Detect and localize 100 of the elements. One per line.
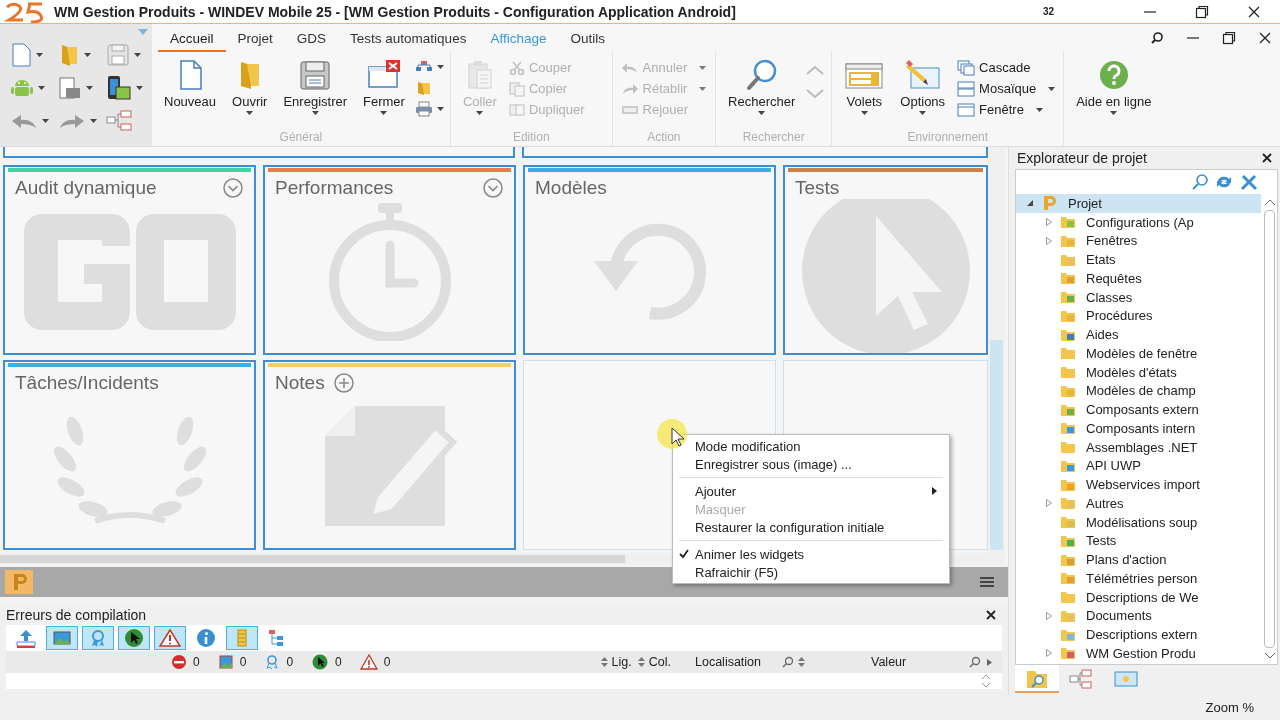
menu-icon[interactable]: [980, 576, 994, 588]
phone-icon[interactable]: [106, 74, 132, 101]
column-header[interactable]: Localisation: [695, 655, 761, 669]
chevron-down-icon[interactable]: [482, 177, 504, 199]
ribbon-button[interactable]: Fermer: [357, 56, 411, 119]
caret-right-icon[interactable]: [987, 658, 992, 666]
tree-item[interactable]: Autres: [1016, 494, 1261, 513]
tree-item[interactable]: Documents: [1016, 606, 1261, 626]
upload-icon[interactable]: [15, 628, 37, 648]
chevron-up-icon[interactable]: [1263, 198, 1276, 206]
tree-item[interactable]: WM Gestion Produ: [1016, 644, 1261, 663]
tree-item[interactable]: Modèles de champ: [1016, 381, 1261, 401]
close-icon[interactable]: [1247, 4, 1261, 19]
column-header[interactable]: Lig.: [611, 655, 632, 669]
caret-icon[interactable]: [42, 118, 49, 123]
tree-item[interactable]: Télémétries person: [1016, 569, 1261, 588]
search-icon[interactable]: [1150, 31, 1164, 45]
tree-item[interactable]: Plans d'action: [1016, 550, 1261, 569]
menu-item[interactable]: Animer les widgets: [673, 545, 949, 563]
tree-item[interactable]: Modélisations soup: [1016, 512, 1261, 532]
column-header[interactable]: Col.: [648, 655, 671, 669]
caret-icon[interactable]: [1048, 86, 1056, 91]
caret-icon[interactable]: [919, 111, 927, 115]
tree-item[interactable]: Procédures: [1016, 306, 1261, 326]
caret-icon[interactable]: [436, 106, 444, 111]
menu-item[interactable]: Ajouter: [673, 482, 949, 500]
chevron-down-icon[interactable]: [222, 177, 244, 199]
caret-icon[interactable]: [84, 52, 91, 57]
ribbon-button[interactable]: Ouvrir: [226, 56, 274, 119]
warning-icon[interactable]: [159, 628, 181, 648]
caret-icon[interactable]: [90, 118, 97, 123]
restore-icon[interactable]: [1222, 31, 1236, 45]
diagram-icon[interactable]: [106, 108, 132, 133]
tree-item[interactable]: Configurations (Ap: [1016, 212, 1261, 232]
caret-icon[interactable]: [36, 52, 43, 57]
info-icon[interactable]: [195, 628, 217, 648]
ribbon-tab[interactable]: Projet: [225, 24, 285, 52]
image-icon[interactable]: [51, 628, 73, 648]
caret-icon[interactable]: [860, 111, 868, 115]
ribbon-button[interactable]: Options: [894, 56, 952, 119]
ribbon-tab[interactable]: GDS: [284, 24, 339, 52]
caret-icon[interactable]: [380, 111, 388, 115]
sort-icon[interactable]: [637, 657, 645, 667]
add-icon[interactable]: [332, 372, 355, 394]
tree-item[interactable]: Projet: [1016, 194, 1261, 213]
tree-item[interactable]: Webservices import: [1016, 475, 1261, 494]
menu-item[interactable]: Enregistrer sous (image) ...: [673, 455, 949, 473]
ribbon-button[interactable]: Volets: [838, 56, 891, 119]
expand-arrow-icon[interactable]: [1026, 199, 1034, 208]
chevron-down-icon[interactable]: [1263, 652, 1276, 660]
tiled-windows-icon[interactable]: [957, 80, 976, 97]
tree-item[interactable]: Modèles de fenêtre: [1016, 344, 1261, 363]
ribbon-button[interactable]: Nouveau: [158, 56, 223, 119]
ribbon-button[interactable]: Rechercher: [722, 56, 802, 119]
menu-item[interactable]: Restaurer la configuration initiale: [673, 518, 949, 536]
caret-icon[interactable]: [1110, 111, 1118, 115]
ribbon-tab[interactable]: Accueil: [158, 24, 226, 52]
tools-icon[interactable]: [1239, 173, 1259, 191]
tree-item[interactable]: Assemblages .NET: [1016, 437, 1261, 457]
tree-item[interactable]: Descriptions de We: [1016, 587, 1261, 607]
sort-icon[interactable]: [798, 657, 805, 667]
vertical-scrollbar[interactable]: [988, 147, 1005, 553]
tree-item[interactable]: Classes: [1016, 287, 1261, 307]
diagram-icon[interactable]: [1069, 668, 1093, 690]
caret-icon[interactable]: [134, 52, 141, 57]
folder-search-icon[interactable]: [1025, 668, 1049, 690]
ribbon-tab[interactable]: Outils: [558, 24, 617, 52]
tree-item[interactable]: Aides: [1016, 325, 1261, 344]
caret-icon[interactable]: [1035, 107, 1043, 112]
ribbon-button[interactable]: Aide en ligne: [1070, 56, 1158, 119]
window-icon[interactable]: [957, 101, 976, 118]
caret-icon[interactable]: [246, 111, 254, 115]
caret-icon[interactable]: [436, 64, 444, 69]
tree-item[interactable]: Etats: [1016, 250, 1261, 269]
close-icon[interactable]: [1262, 153, 1272, 163]
tree-item[interactable]: Requêtes: [1016, 269, 1261, 288]
ribbon-button[interactable]: Cascade: [955, 58, 1058, 77]
tree-item[interactable]: Modèles d'états: [1016, 362, 1261, 382]
caret-icon[interactable]: [136, 85, 143, 90]
column-header[interactable]: Valeur: [871, 655, 907, 669]
caret-icon[interactable]: [758, 111, 766, 115]
caret-icon[interactable]: [38, 85, 45, 90]
sort-icon[interactable]: [600, 657, 608, 667]
caret-icon[interactable]: [311, 111, 319, 115]
tree-item[interactable]: Tests: [1016, 531, 1261, 551]
ribbon-button[interactable]: Enregistrer: [277, 56, 353, 119]
cascade-windows-icon[interactable]: [957, 59, 976, 76]
tree-item[interactable]: Descriptions extern: [1016, 625, 1261, 644]
tree-item[interactable]: Composants extern: [1016, 400, 1261, 419]
pointer-icon[interactable]: [123, 628, 145, 648]
tree-item[interactable]: API UWP: [1016, 456, 1261, 476]
close-icon[interactable]: [986, 610, 996, 620]
close-icon[interactable]: [1258, 31, 1272, 45]
caret-icon[interactable]: [86, 85, 93, 90]
ribbon-button[interactable]: Fenêtre: [955, 100, 1058, 119]
restore-icon[interactable]: [1195, 4, 1209, 19]
menu-item[interactable]: Rafraichir (F5): [673, 563, 949, 581]
window-grid-icon[interactable]: [58, 75, 82, 100]
tree-item[interactable]: Composants intern: [1016, 419, 1261, 438]
spinner-icon[interactable]: [980, 674, 992, 688]
